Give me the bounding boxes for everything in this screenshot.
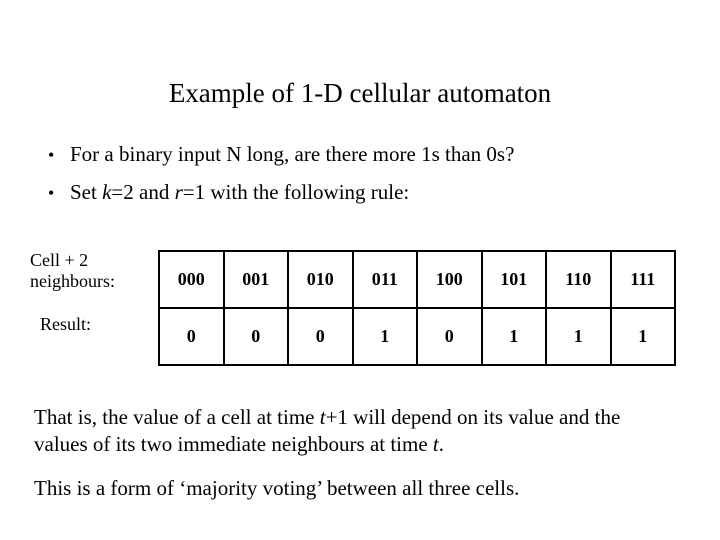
rule-header-cell: 010 [288,251,353,308]
rule-value-cell: 0 [417,308,482,365]
rule-header-cell: 111 [611,251,676,308]
rule-value-cell: 1 [482,308,547,365]
bullet-text: For a binary input N long, are there mor… [70,140,514,168]
row-label-neighbours: Cell + 2 neighbours: [30,250,158,302]
rule-header-cell: 101 [482,251,547,308]
rule-value-cell: 1 [546,308,611,365]
rule-value-cell: 1 [353,308,418,365]
var-r: r [175,180,183,204]
rule-header-cell: 001 [224,251,289,308]
text-fragment: Set [70,180,102,204]
row-labels: Cell + 2 neighbours: Result: [30,250,158,366]
explanation-para-1: That is, the value of a cell at time t+1… [34,404,672,459]
rule-header-cell: 011 [353,251,418,308]
text-fragment: That is, the value of a cell at time [34,405,320,429]
text-fragment: =1 with the following rule: [183,180,409,204]
text-fragment: . [439,432,444,456]
slide: Example of 1-D cellular automaton For a … [0,0,720,540]
bullet-icon [48,140,70,168]
rule-value-cell: 0 [159,308,224,365]
row-label-result: Result: [30,302,158,366]
bullet-text: Set k=2 and r=1 with the following rule: [70,178,409,206]
bullet-item: For a binary input N long, are there mor… [48,140,660,168]
rule-header-cell: 100 [417,251,482,308]
rule-table-area: Cell + 2 neighbours: Result: 000 001 010… [30,250,676,366]
rule-value-cell: 1 [611,308,676,365]
bullet-icon [48,178,70,206]
table-row: 0 0 0 1 0 1 1 1 [159,308,675,365]
table-row: 000 001 010 011 100 101 110 111 [159,251,675,308]
explanation-para-2: This is a form of ‘majority voting’ betw… [34,475,672,502]
bullet-list: For a binary input N long, are there mor… [48,130,660,207]
page-title: Example of 1-D cellular automaton [0,78,720,109]
rule-header-cell: 110 [546,251,611,308]
explanation-block: That is, the value of a cell at time t+1… [34,404,672,518]
rule-table: 000 001 010 011 100 101 110 111 0 0 0 1 … [158,250,676,366]
rule-header-cell: 000 [159,251,224,308]
rule-value-cell: 0 [288,308,353,365]
bullet-item: Set k=2 and r=1 with the following rule: [48,178,660,206]
text-fragment: =2 and [111,180,174,204]
rule-value-cell: 0 [224,308,289,365]
